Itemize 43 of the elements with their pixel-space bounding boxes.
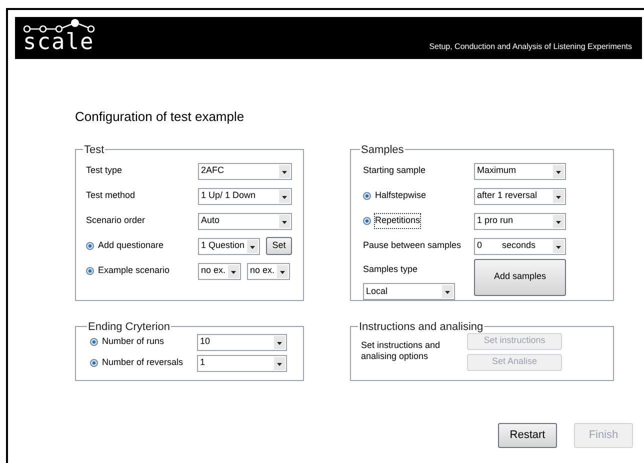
group-title: Instructions and analising (358, 320, 484, 332)
tagline: Setup, Conduction and Analysis of Listening Experiments (429, 41, 632, 53)
add-samples-button[interactable]: Add samples (474, 258, 566, 296)
dropdown[interactable]: no ex. (198, 262, 241, 280)
dropdown[interactable]: 10 (197, 334, 287, 350)
radio-button[interactable] (86, 242, 94, 250)
dropdown[interactable]: 0 seconds (474, 238, 566, 254)
footer-button[interactable]: Restart (498, 422, 557, 448)
page-title: Configuration of test example (75, 108, 246, 126)
logo-nodes-icon (23, 19, 97, 33)
field-label: Starting sample (363, 164, 426, 178)
field-label: Repetitions (375, 214, 420, 228)
group-title: Samples (360, 144, 405, 156)
dropdown[interactable]: Local (363, 283, 455, 300)
dropdown[interactable]: 1 (197, 354, 287, 372)
dropdown[interactable]: no ex. (247, 262, 290, 280)
dropdown[interactable]: Maximum (474, 162, 566, 180)
dropdown[interactable]: 1 Question (198, 238, 260, 254)
field-label: Add questionare (98, 239, 164, 252)
field-label: Scenario order (86, 214, 146, 228)
field-label: Test type (86, 164, 122, 178)
dropdown[interactable]: Auto (198, 212, 292, 230)
field-label: Pause between samples (363, 239, 462, 252)
dropdown[interactable]: after 1 reversal (474, 188, 566, 204)
dropdown[interactable]: 1 pro run (474, 212, 566, 230)
field-label: Halfstepwise (375, 189, 426, 202)
set-button[interactable]: Set (266, 237, 292, 255)
instructions-text: Set instructions and analising options (361, 340, 442, 363)
radio-button[interactable] (86, 267, 94, 275)
group-title: Ending Cryterion (87, 320, 171, 332)
radio-button[interactable] (363, 192, 371, 200)
dropdown[interactable]: 2AFC (198, 162, 292, 180)
field-label: Samples type (363, 262, 419, 276)
radio-button[interactable] (90, 359, 98, 367)
radio-button[interactable] (90, 338, 98, 346)
field-label: Example scenario (98, 264, 170, 278)
dropdown[interactable]: 1 Up/ 1 Down (198, 188, 292, 204)
field-label: Test method (86, 189, 136, 202)
logo-text: scale (23, 33, 96, 53)
group-title: Test (83, 144, 106, 156)
field-label: Number of runs (102, 335, 164, 348)
radio-button[interactable] (363, 217, 371, 225)
field-label: Number of reversals (102, 356, 184, 370)
